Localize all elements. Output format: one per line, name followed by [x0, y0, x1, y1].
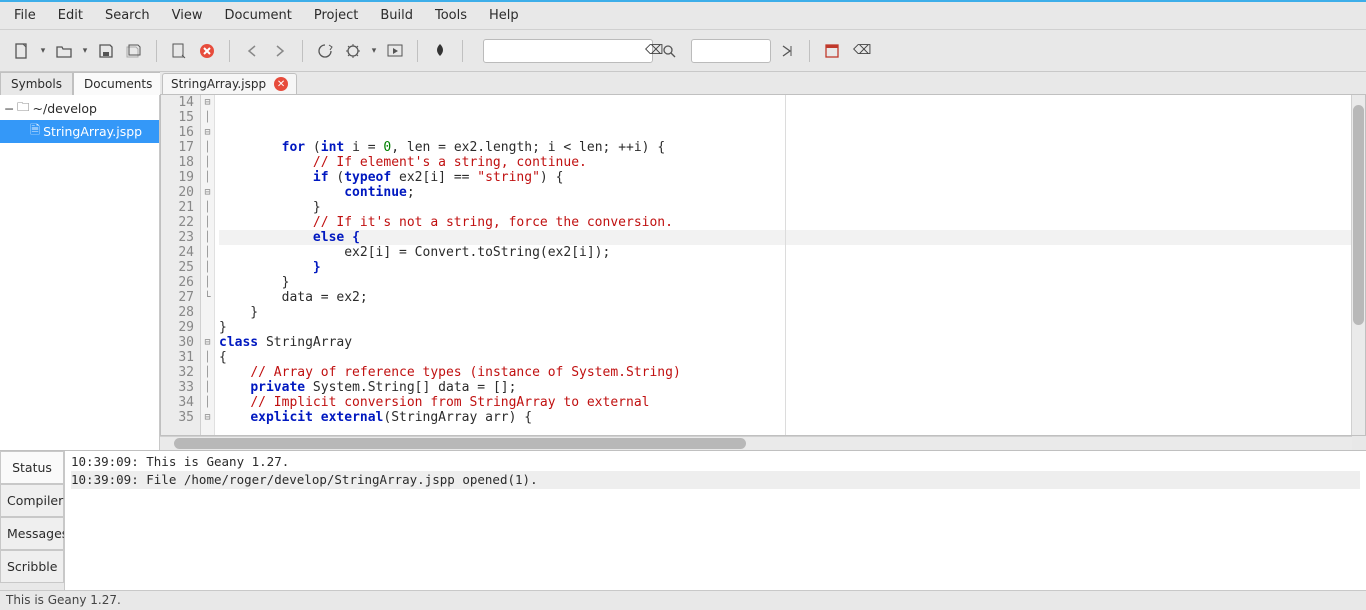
goto-clear-icon[interactable]: ⌫ — [851, 43, 873, 58]
quit-button[interactable] — [820, 39, 844, 63]
horizontal-scrollbar[interactable] — [160, 436, 1352, 450]
color-picker-button[interactable] — [428, 39, 452, 63]
bottom-tab-status[interactable]: Status — [0, 451, 64, 484]
editor-tab-label: StringArray.jspp — [171, 77, 266, 91]
toolbar: ⌫ ⌫ — [0, 30, 1366, 72]
sidebar: SymbolsDocuments − 🗀 ~/develop 🗎 StringA… — [0, 72, 160, 450]
column-ruler — [785, 95, 786, 435]
editor-tabs: StringArray.jspp ✕ — [160, 72, 1366, 94]
statusbar-text: This is Geany 1.27. — [6, 593, 121, 607]
sidebar-tabs: SymbolsDocuments — [0, 72, 159, 95]
bottom-tab-messages[interactable]: Messages — [0, 517, 64, 550]
nav-back-button[interactable] — [240, 39, 264, 63]
code-editor[interactable]: 1415161718192021222324252627282930313233… — [160, 94, 1366, 436]
menu-help[interactable]: Help — [479, 4, 529, 27]
message-panel-tabs: StatusCompilerMessagesScribble — [0, 451, 64, 590]
log-line[interactable]: 10:39:09: This is Geany 1.27. — [71, 453, 1360, 471]
search-icon[interactable] — [657, 39, 681, 63]
goto-line-button[interactable] — [775, 39, 799, 63]
folder-icon: 🗀 — [17, 98, 30, 119]
editor-tab[interactable]: StringArray.jspp ✕ — [162, 73, 297, 94]
new-file-dropdown[interactable] — [38, 46, 48, 56]
menu-build[interactable]: Build — [370, 4, 423, 27]
menu-search[interactable]: Search — [95, 4, 160, 27]
save-all-button[interactable] — [122, 39, 146, 63]
run-button[interactable] — [383, 39, 407, 63]
statusbar: This is Geany 1.27. — [0, 590, 1366, 610]
tree-file-label: StringArray.jspp — [43, 124, 142, 139]
fold-gutter[interactable]: ⊟│⊟│││⊟││││││└ ⊟││││⊟ — [201, 95, 215, 435]
menu-project[interactable]: Project — [304, 4, 368, 27]
sidebar-tab-symbols[interactable]: Symbols — [0, 72, 73, 95]
revert-button[interactable] — [167, 39, 191, 63]
search-field[interactable]: ⌫ — [483, 39, 653, 63]
log-line[interactable]: 10:39:09: File /home/roger/develop/Strin… — [71, 471, 1360, 489]
tree-folder-label: ~/develop — [33, 101, 97, 116]
build-button[interactable] — [341, 39, 365, 63]
tree-folder-row[interactable]: − 🗀 ~/develop — [0, 97, 159, 120]
menubar: FileEditSearchViewDocumentProjectBuildTo… — [0, 2, 1366, 30]
line-number-gutter: 1415161718192021222324252627282930313233… — [161, 95, 201, 435]
status-log[interactable]: 10:39:09: This is Geany 1.27.10:39:09: F… — [64, 451, 1366, 590]
code-area[interactable]: for (int i = 0, len = ex2.length; i < le… — [215, 95, 1351, 435]
close-button[interactable] — [195, 39, 219, 63]
file-icon: 🗎 — [30, 121, 40, 142]
open-file-dropdown[interactable] — [80, 46, 90, 56]
message-panel: StatusCompilerMessagesScribble 10:39:09:… — [0, 450, 1366, 590]
search-input[interactable] — [488, 44, 643, 58]
document-tree[interactable]: − 🗀 ~/develop 🗎 StringArray.jspp — [0, 95, 159, 450]
nav-forward-button[interactable] — [268, 39, 292, 63]
bottom-tab-scribble[interactable]: Scribble — [0, 550, 64, 583]
menu-view[interactable]: View — [162, 4, 213, 27]
compile-button[interactable] — [313, 39, 337, 63]
menu-edit[interactable]: Edit — [48, 4, 93, 27]
menu-document[interactable]: Document — [214, 4, 301, 27]
new-file-button[interactable] — [10, 39, 34, 63]
vertical-scrollbar[interactable] — [1351, 95, 1365, 435]
open-file-button[interactable] — [52, 39, 76, 63]
tree-file-row[interactable]: 🗎 StringArray.jspp — [0, 120, 159, 143]
tab-close-icon[interactable]: ✕ — [274, 77, 288, 91]
goto-field[interactable]: ⌫ — [691, 39, 771, 63]
menu-file[interactable]: File — [4, 4, 46, 27]
save-button[interactable] — [94, 39, 118, 63]
sidebar-tab-documents[interactable]: Documents — [73, 72, 163, 95]
bottom-tab-compiler[interactable]: Compiler — [0, 484, 64, 517]
menu-tools[interactable]: Tools — [425, 4, 477, 27]
tree-collapse-icon[interactable]: − — [4, 101, 14, 116]
build-dropdown[interactable] — [369, 46, 379, 56]
